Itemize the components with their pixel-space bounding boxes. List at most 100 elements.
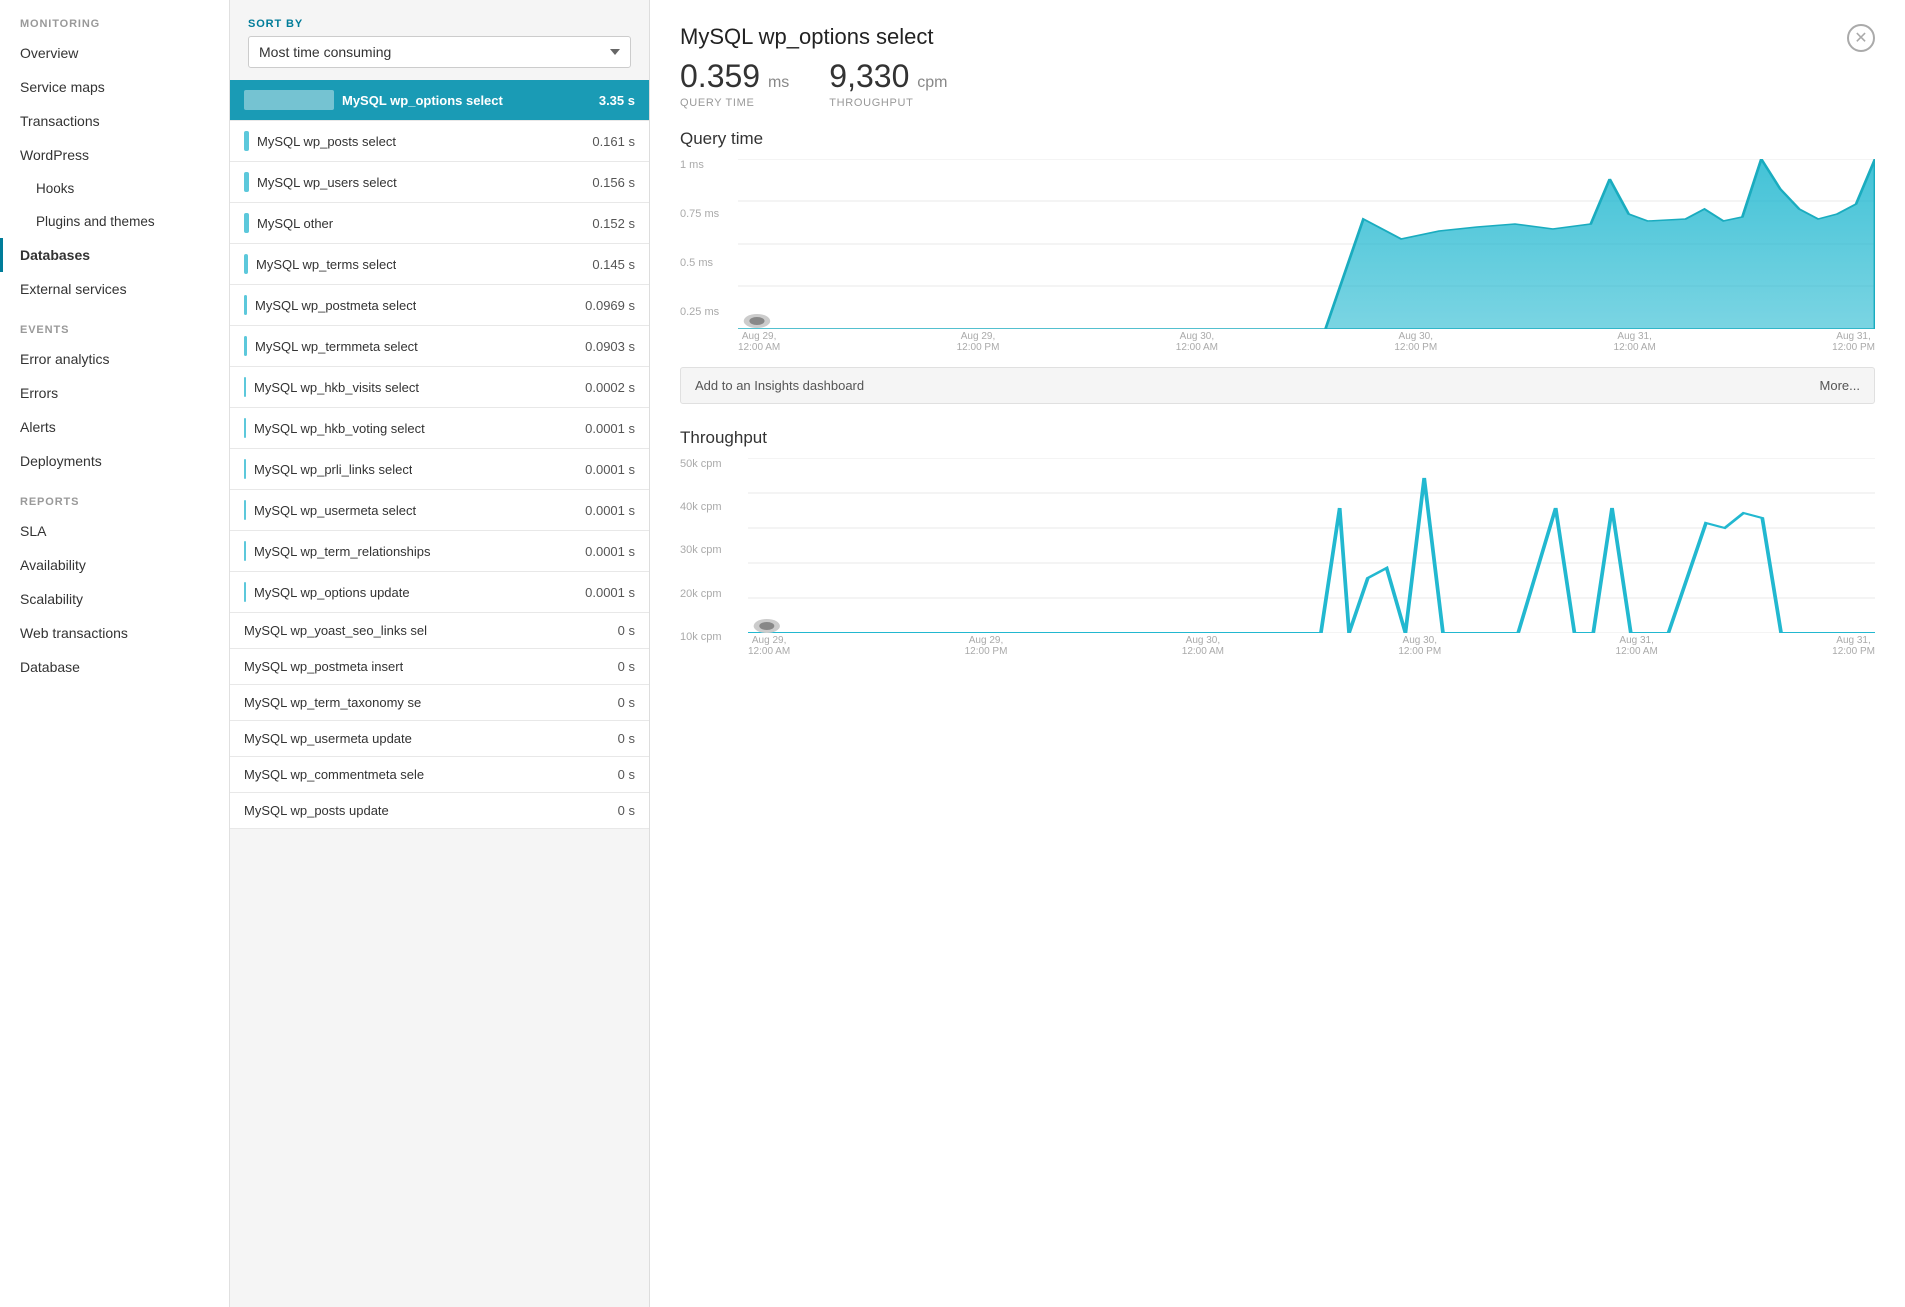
db-value: 0 s: [618, 695, 635, 710]
sidebar-item-wordpress[interactable]: WordPress: [0, 138, 229, 172]
db-name-wrap: MySQL wp_termmeta select: [244, 336, 575, 356]
db-name-wrap: MySQL wp_term_relationships: [244, 541, 575, 561]
query-time-chart: [738, 159, 1875, 329]
table-row[interactable]: MySQL wp_terms select 0.145 s: [230, 244, 649, 285]
sidebar-item-sla[interactable]: SLA: [0, 514, 229, 548]
query-time-value: 0.359: [680, 58, 760, 94]
detail-stats: 0.359 ms QUERY TIME 9,330 cpm THROUGHPUT: [680, 58, 1875, 109]
sort-select[interactable]: Most time consuming: [248, 36, 631, 68]
db-bar: [244, 213, 249, 233]
table-row[interactable]: MySQL other 0.152 s: [230, 203, 649, 244]
db-list: MySQL wp_options select 3.35 s MySQL wp_…: [230, 80, 649, 829]
db-name: MySQL wp_users select: [257, 175, 397, 190]
db-name: MySQL wp_options update: [254, 585, 410, 600]
db-name: MySQL wp_hkb_voting select: [254, 421, 425, 436]
sidebar-item-web-transactions[interactable]: Web transactions: [0, 616, 229, 650]
query-time-svg: [738, 159, 1875, 329]
db-name-wrap: MySQL wp_usermeta update: [244, 731, 608, 746]
sidebar-item-deployments[interactable]: Deployments: [0, 444, 229, 478]
query-time-unit: ms: [768, 74, 789, 91]
sidebar-item-hooks[interactable]: Hooks: [0, 172, 229, 205]
table-row[interactable]: MySQL wp_options update 0.0001 s: [230, 572, 649, 613]
database-list-panel: SORT BY Most time consuming MySQL wp_opt…: [230, 0, 650, 1307]
table-row[interactable]: MySQL wp_hkb_visits select 0.0002 s: [230, 367, 649, 408]
table-row[interactable]: MySQL wp_options select 3.35 s: [230, 80, 649, 121]
query-time-x-labels: Aug 29,12:00 AM Aug 29,12:00 PM Aug 30,1…: [738, 331, 1875, 353]
throughput-chart-area: 50k cpm 40k cpm 30k cpm 20k cpm 10k cpm: [680, 458, 1875, 678]
db-name-wrap: MySQL wp_term_taxonomy se: [244, 695, 608, 710]
insights-bar[interactable]: Add to an Insights dashboard More...: [680, 367, 1875, 404]
table-row[interactable]: MySQL wp_postmeta insert 0 s: [230, 649, 649, 685]
db-name: MySQL wp_posts select: [257, 134, 396, 149]
table-row[interactable]: MySQL wp_users select 0.156 s: [230, 162, 649, 203]
sidebar-item-external-services[interactable]: External services: [0, 272, 229, 306]
events-section-label: EVENTS: [0, 306, 229, 342]
db-value: 0.0001 s: [585, 544, 635, 559]
reports-section-label: REPORTS: [0, 478, 229, 514]
db-bar: [244, 459, 246, 479]
db-value: 0.156 s: [592, 175, 635, 190]
table-row[interactable]: MySQL wp_termmeta select 0.0903 s: [230, 326, 649, 367]
db-value: 0 s: [618, 623, 635, 638]
detail-title: MySQL wp_options select: [680, 24, 934, 50]
sidebar-item-scalability[interactable]: Scalability: [0, 582, 229, 616]
db-name: MySQL wp_usermeta update: [244, 731, 412, 746]
table-row[interactable]: MySQL wp_yoast_seo_links sel 0 s: [230, 613, 649, 649]
sidebar-item-service-maps[interactable]: Service maps: [0, 70, 229, 104]
db-name: MySQL wp_hkb_visits select: [254, 380, 419, 395]
sidebar-item-availability[interactable]: Availability: [0, 548, 229, 582]
sidebar-item-overview[interactable]: Overview: [0, 36, 229, 70]
sidebar-item-transactions[interactable]: Transactions: [0, 104, 229, 138]
db-name-wrap: MySQL wp_options update: [244, 582, 575, 602]
close-button[interactable]: ✕: [1847, 24, 1875, 52]
query-time-stat: 0.359 ms QUERY TIME: [680, 58, 789, 109]
query-time-chart-area: 1 ms 0.75 ms 0.5 ms 0.25 ms: [680, 159, 1875, 359]
table-row[interactable]: MySQL wp_hkb_voting select 0.0001 s: [230, 408, 649, 449]
db-value: 3.35 s: [599, 93, 635, 108]
throughput-section-title: Throughput: [680, 428, 1875, 448]
sidebar-item-databases[interactable]: Databases: [0, 238, 229, 272]
db-bar: [244, 90, 334, 110]
db-value: 0 s: [618, 803, 635, 818]
db-bar: [244, 500, 246, 520]
db-name-wrap: MySQL wp_hkb_visits select: [244, 377, 575, 397]
insights-text: Add to an Insights dashboard: [695, 378, 864, 393]
throughput-chart: [748, 458, 1875, 633]
table-row[interactable]: MySQL wp_posts select 0.161 s: [230, 121, 649, 162]
throughput-y-labels: 50k cpm 40k cpm 30k cpm 20k cpm 10k cpm: [680, 458, 740, 678]
throughput-value: 9,330: [829, 58, 909, 94]
db-bar: [244, 541, 246, 561]
db-bar: [244, 295, 247, 315]
db-value: 0.145 s: [592, 257, 635, 272]
db-value: 0 s: [618, 731, 635, 746]
db-name: MySQL wp_prli_links select: [254, 462, 412, 477]
table-row[interactable]: MySQL wp_postmeta select 0.0969 s: [230, 285, 649, 326]
throughput-unit: cpm: [917, 74, 947, 91]
sidebar-item-database[interactable]: Database: [0, 650, 229, 684]
sidebar-item-errors[interactable]: Errors: [0, 376, 229, 410]
db-name: MySQL wp_term_relationships: [254, 544, 431, 559]
db-value: 0.0001 s: [585, 421, 635, 436]
table-row[interactable]: MySQL wp_term_relationships 0.0001 s: [230, 531, 649, 572]
more-link[interactable]: More...: [1820, 378, 1860, 393]
table-row[interactable]: MySQL wp_usermeta update 0 s: [230, 721, 649, 757]
db-name: MySQL wp_terms select: [256, 257, 396, 272]
sidebar-item-error-analytics[interactable]: Error analytics: [0, 342, 229, 376]
db-name-wrap: MySQL wp_hkb_voting select: [244, 418, 575, 438]
table-row[interactable]: MySQL wp_usermeta select 0.0001 s: [230, 490, 649, 531]
query-time-y-labels: 1 ms 0.75 ms 0.5 ms 0.25 ms: [680, 159, 734, 359]
db-value: 0.0001 s: [585, 585, 635, 600]
query-time-label: QUERY TIME: [680, 97, 789, 109]
monitoring-section-label: MONITORING: [0, 0, 229, 36]
table-row[interactable]: MySQL wp_posts update 0 s: [230, 793, 649, 829]
db-value: 0.161 s: [592, 134, 635, 149]
db-value: 0.0969 s: [585, 298, 635, 313]
sidebar-item-alerts[interactable]: Alerts: [0, 410, 229, 444]
table-row[interactable]: MySQL wp_term_taxonomy se 0 s: [230, 685, 649, 721]
detail-panel: MySQL wp_options select ✕ 0.359 ms QUERY…: [650, 0, 1905, 1307]
table-row[interactable]: MySQL wp_prli_links select 0.0001 s: [230, 449, 649, 490]
db-name: MySQL wp_options select: [342, 93, 503, 108]
sidebar-item-plugins-and-themes[interactable]: Plugins and themes: [0, 205, 229, 238]
table-row[interactable]: MySQL wp_commentmeta sele 0 s: [230, 757, 649, 793]
throughput-label: THROUGHPUT: [829, 97, 947, 109]
